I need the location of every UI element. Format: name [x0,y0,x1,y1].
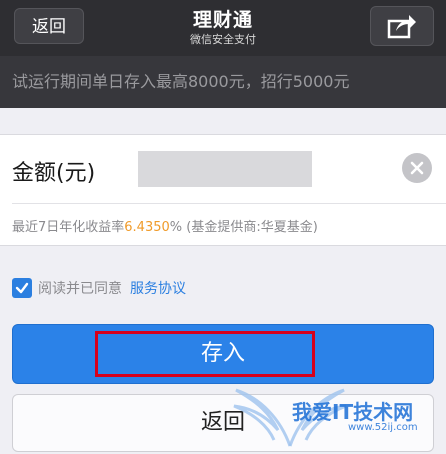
limit-notice: 试运行期间单日存入最高8000元，招行5000元 [0,56,446,108]
clear-icon[interactable] [402,153,432,183]
share-icon [387,15,416,39]
spacer [0,108,446,134]
close-icon [410,161,424,175]
deposit-label: 存入 [200,341,245,366]
check-icon [15,282,29,294]
yield-info: 最近7日年化收益率6.4350% (基金提供商:华夏基金) [12,216,318,235]
agreement-text: 阅读并已同意 [38,281,122,297]
deposit-button[interactable]: 存入 [12,324,434,384]
amount-card: 金额(元) 最近7日年化收益率6.4350% (基金提供商:华夏基金) [0,134,446,246]
yield-prefix: 最近7日年化收益率 [12,220,125,235]
agreement-row: 阅读并已同意 服务协议 [12,276,186,300]
share-button[interactable] [370,6,434,46]
yield-suffix: % (基金提供商:华夏基金) [169,220,318,235]
agree-checkbox[interactable] [12,278,32,298]
divider [12,203,446,204]
app-header: 返回 理财通 微信安全支付 [0,0,446,56]
amount-input[interactable] [138,151,312,187]
yield-rate: 6.4350 [124,220,170,235]
return-button[interactable]: 返回 [12,394,434,452]
service-agreement-link[interactable]: 服务协议 [130,278,186,298]
amount-label: 金额(元) [12,161,96,186]
